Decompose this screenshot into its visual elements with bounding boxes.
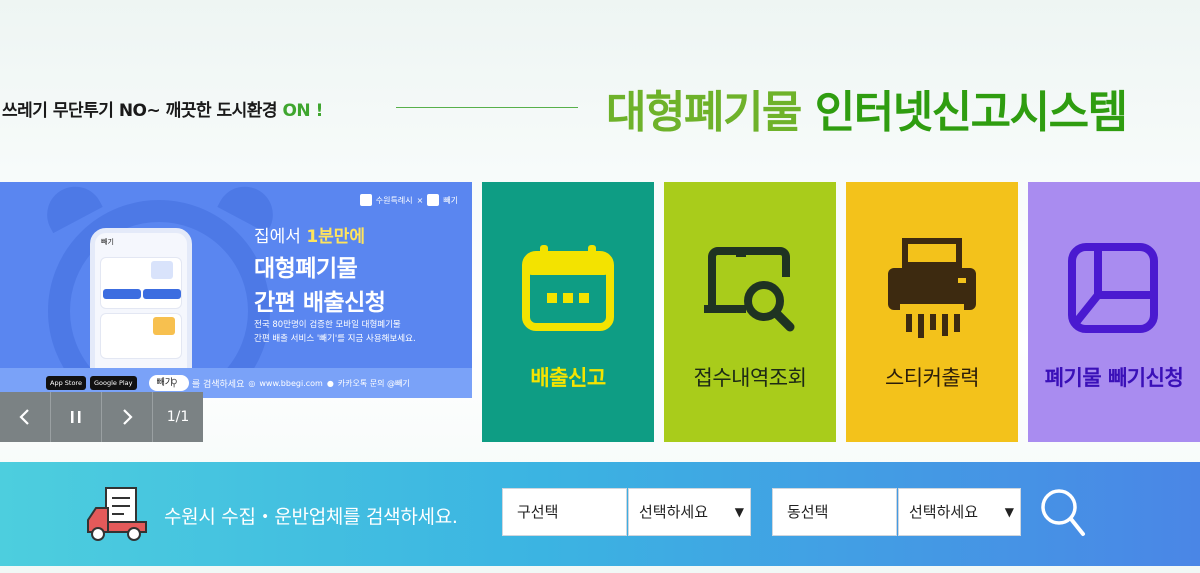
- pause-icon: [71, 411, 81, 423]
- phone-button: [103, 289, 141, 299]
- search-prompt: 수원시 수집・운반업체를 검색하세요.: [164, 506, 458, 528]
- brand-left: 수원특례시: [375, 195, 413, 205]
- delivery-truck-icon: [86, 486, 148, 544]
- slider-next-button[interactable]: [102, 392, 153, 442]
- slogan-on: ON !: [282, 101, 323, 121]
- slogan-text: 쓰레기 무단투기 NO~ 깨끗한 도시환경: [2, 101, 278, 121]
- site-title-part1: 대형폐기물: [606, 87, 802, 138]
- brand-row: 수원특례시 × 빼기: [359, 194, 458, 206]
- chevron-left-icon: [19, 409, 29, 425]
- menu-label: 폐기물 빼기신청: [1044, 366, 1184, 390]
- menu-tile-discharge-report[interactable]: 배출신고: [482, 182, 654, 442]
- phone-button: [143, 289, 181, 299]
- globe-icon: ◎: [248, 378, 256, 388]
- banner-subtitle: 집에서 1분만에: [254, 222, 365, 247]
- dong-label-field: 동선택: [772, 488, 897, 536]
- dong-select[interactable]: 선택하세요 ▼: [898, 488, 1021, 536]
- menu-label: 접수내역조회: [693, 366, 807, 390]
- chevron-right-icon: [123, 409, 133, 425]
- dong-select-value: 선택하세요: [909, 503, 979, 521]
- banner-sub-highlight: 1분만에: [306, 227, 366, 247]
- banner-sub-prefix: 집에서: [254, 227, 301, 247]
- calendar-icon: [518, 238, 618, 338]
- banner-website: www.bbegi.com: [259, 378, 323, 388]
- slider-counter: 1/1: [153, 392, 203, 442]
- search-icon: ⚲: [170, 377, 178, 389]
- search-icon: [1041, 489, 1085, 536]
- chevron-down-icon: ▼: [1004, 505, 1014, 519]
- kakao-icon: ●: [326, 378, 334, 388]
- google-play-badge[interactable]: Google Play: [89, 376, 137, 390]
- truck-icon: [151, 261, 173, 279]
- banner-desc-line2: 간편 배출 서비스 '빼기'를 지금 사용해보세요.: [254, 334, 416, 344]
- search-button[interactable]: [1040, 488, 1086, 538]
- menu-tile-receipt-history[interactable]: 접수내역조회: [664, 182, 836, 442]
- monitor-search-icon: [700, 238, 800, 338]
- layout-icon: [1064, 238, 1164, 338]
- chevron-down-icon: ▼: [734, 505, 744, 519]
- banner-description: 전국 80만명이 검증한 모바일 대형폐기물 간편 배출 서비스 '빼기'를 지…: [254, 318, 416, 346]
- banner-title-line2: 간편 배출신청: [254, 290, 386, 316]
- menu-label: 스티커출력: [884, 366, 980, 390]
- slider-prev-button[interactable]: [0, 392, 51, 442]
- menu-label: 배출신고: [530, 366, 606, 390]
- brand-right: 빼기: [443, 195, 458, 205]
- company-search-band: 수원시 수집・운반업체를 검색하세요. 구선택 선택하세요 ▼ 동선택 선택하세…: [0, 462, 1200, 566]
- menu-tile-bbegi-request[interactable]: 폐기물 빼기신청: [1028, 182, 1200, 442]
- box-icon: [153, 317, 175, 335]
- gu-select[interactable]: 선택하세요 ▼: [628, 488, 751, 536]
- banner-search-box: 빼기: [148, 375, 189, 391]
- slider-pause-button[interactable]: [51, 392, 102, 442]
- menu-tile-sticker-print[interactable]: 스티커출력: [846, 182, 1018, 442]
- banner-title-line1: 대형폐기물: [254, 256, 358, 282]
- banner-search-suffix: 를 검색하세요: [191, 379, 245, 390]
- site-title[interactable]: 대형폐기물 인터넷신고시스템: [606, 76, 1128, 140]
- suwon-logo-icon: [359, 194, 372, 206]
- slider-controls: 1/1: [0, 392, 203, 442]
- bbegi-logo-icon: [427, 194, 440, 206]
- phone-title: 빼기: [101, 238, 114, 246]
- app-store-badge[interactable]: App Store: [46, 376, 86, 390]
- brand-x: ×: [416, 195, 424, 205]
- gu-label-field: 구선택: [502, 488, 627, 536]
- printer-icon: [882, 238, 982, 338]
- gu-select-value: 선택하세요: [639, 503, 709, 521]
- slogan-divider: [396, 107, 578, 108]
- site-title-part2: 인터넷신고시스템: [814, 87, 1128, 138]
- banner-desc-line1: 전국 80만명이 검증한 모바일 대형폐기물: [254, 320, 401, 330]
- promo-banner[interactable]: 빼기 수원특례시 × 빼기 집에서 1분만에 대형폐기물 간편 배출신청 전국 …: [0, 182, 472, 398]
- banner-kakao: 카카오톡 문의 @빼기: [337, 378, 410, 388]
- header-slogan: 쓰레기 무단투기 NO~ 깨끗한 도시환경 ON !: [2, 96, 323, 121]
